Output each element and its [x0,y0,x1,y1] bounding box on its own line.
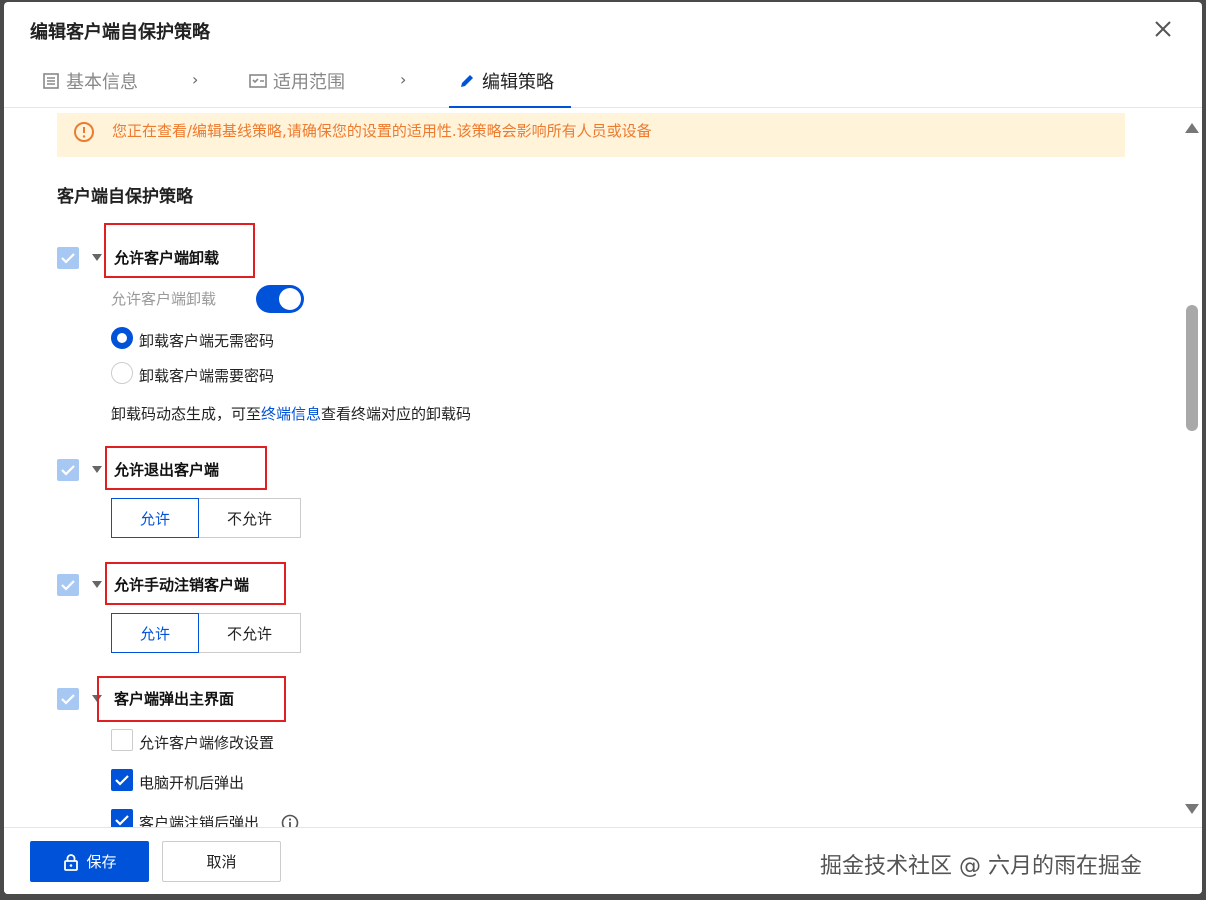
logout-deny-button[interactable]: 不允许 [199,613,301,653]
need-password-radio[interactable] [111,362,133,384]
warning-icon [74,122,94,142]
need-password-label: 卸载客户端需要密码 [139,367,275,385]
modal-title: 编辑客户端自保护策略 [30,22,210,43]
collapse-arrow-icon[interactable] [92,581,102,588]
uninstall-checkbox[interactable] [57,247,79,269]
terminal-info-link[interactable]: 终端信息 [261,405,321,423]
save-button-label: 保存 [86,853,117,871]
popup-after-logout-checkbox[interactable] [111,809,133,827]
modal-footer: 保存 取消 掘金技术社区 @ 六月的雨在掘金 [4,827,1202,894]
checklist-icon [249,74,267,88]
exit-label: 允许退出客户端 [114,461,220,479]
chevron-right-icon: › [192,70,199,89]
save-button[interactable]: 保存 [30,841,149,882]
collapse-arrow-icon[interactable] [92,466,102,473]
watermark: 掘金技术社区 @ 六月的雨在掘金 [820,854,1142,879]
scroll-down-icon[interactable] [1185,804,1199,814]
popup-on-boot-checkbox[interactable] [111,769,133,791]
logout-allow-button[interactable]: 允许 [111,613,199,653]
exit-segmented-control: 允许 不允许 [111,498,301,538]
active-step-indicator [449,106,571,108]
scroll-up-icon[interactable] [1185,123,1199,133]
exit-allow-button[interactable]: 允许 [111,498,199,538]
uninstall-hint: 卸载码动态生成，可至终端信息查看终端对应的卸载码 [111,403,471,424]
chevron-right-icon: › [400,70,407,89]
popup-on-boot-label: 电脑开机后弹出 [139,774,245,792]
info-icon[interactable] [281,814,299,827]
allow-modify-settings-label: 允许客户端修改设置 [139,734,275,752]
collapse-arrow-icon[interactable] [92,254,102,261]
step-edit-policy[interactable]: 编辑策略 [458,68,554,94]
list-icon [43,73,59,89]
pencil-icon [461,75,473,87]
warning-banner: 您正在查看/编辑基线策略,请确保您的设置的适用性.该策略会影响所有人员或设备 [57,113,1125,157]
logout-segmented-control: 允许 不允许 [111,613,301,653]
uninstall-toggle-label: 允许客户端卸载 [111,290,217,308]
lock-icon [64,853,79,871]
step-scope[interactable]: 适用范围 [249,68,345,94]
no-password-radio[interactable] [111,327,133,349]
step-basic-info[interactable]: 基本信息 [42,68,138,94]
exit-deny-button[interactable]: 不允许 [199,498,301,538]
logout-checkbox[interactable] [57,574,79,596]
exit-checkbox[interactable] [57,459,79,481]
no-password-label: 卸载客户端无需密码 [139,332,275,350]
hint-prefix: 卸载码动态生成，可至 [111,405,262,423]
step-edit-policy-label: 编辑策略 [482,72,554,93]
hint-suffix: 查看终端对应的卸载码 [321,405,472,423]
uninstall-toggle[interactable] [256,285,304,313]
section-title: 客户端自保护策略 [57,187,193,207]
step-basic-info-label: 基本信息 [66,72,138,93]
scrollbar[interactable] [1182,109,1202,827]
policy-content: 您正在查看/编辑基线策略,请确保您的设置的适用性.该策略会影响所有人员或设备 客… [4,109,1182,827]
warning-text: 您正在查看/编辑基线策略,请确保您的设置的适用性.该策略会影响所有人员或设备 [112,122,652,140]
uninstall-label: 允许客户端卸载 [114,249,220,267]
popup-after-logout-label: 客户端注销后弹出 [139,814,260,827]
close-icon[interactable] [1152,18,1174,40]
popup-checkbox[interactable] [57,688,79,710]
allow-modify-settings-checkbox[interactable] [111,729,133,751]
popup-label: 客户端弹出主界面 [114,690,235,708]
step-scope-label: 适用范围 [273,72,345,93]
logout-label: 允许手动注销客户端 [114,576,250,594]
step-navigation: 基本信息 › 适用范围 › 编辑策略 [4,58,1202,108]
policy-modal: 编辑客户端自保护策略 基本信息 › 适用范围 › 编辑策略 您正在查看/编辑基线… [4,2,1202,894]
cancel-button[interactable]: 取消 [162,841,281,882]
scrollbar-thumb[interactable] [1186,305,1198,431]
